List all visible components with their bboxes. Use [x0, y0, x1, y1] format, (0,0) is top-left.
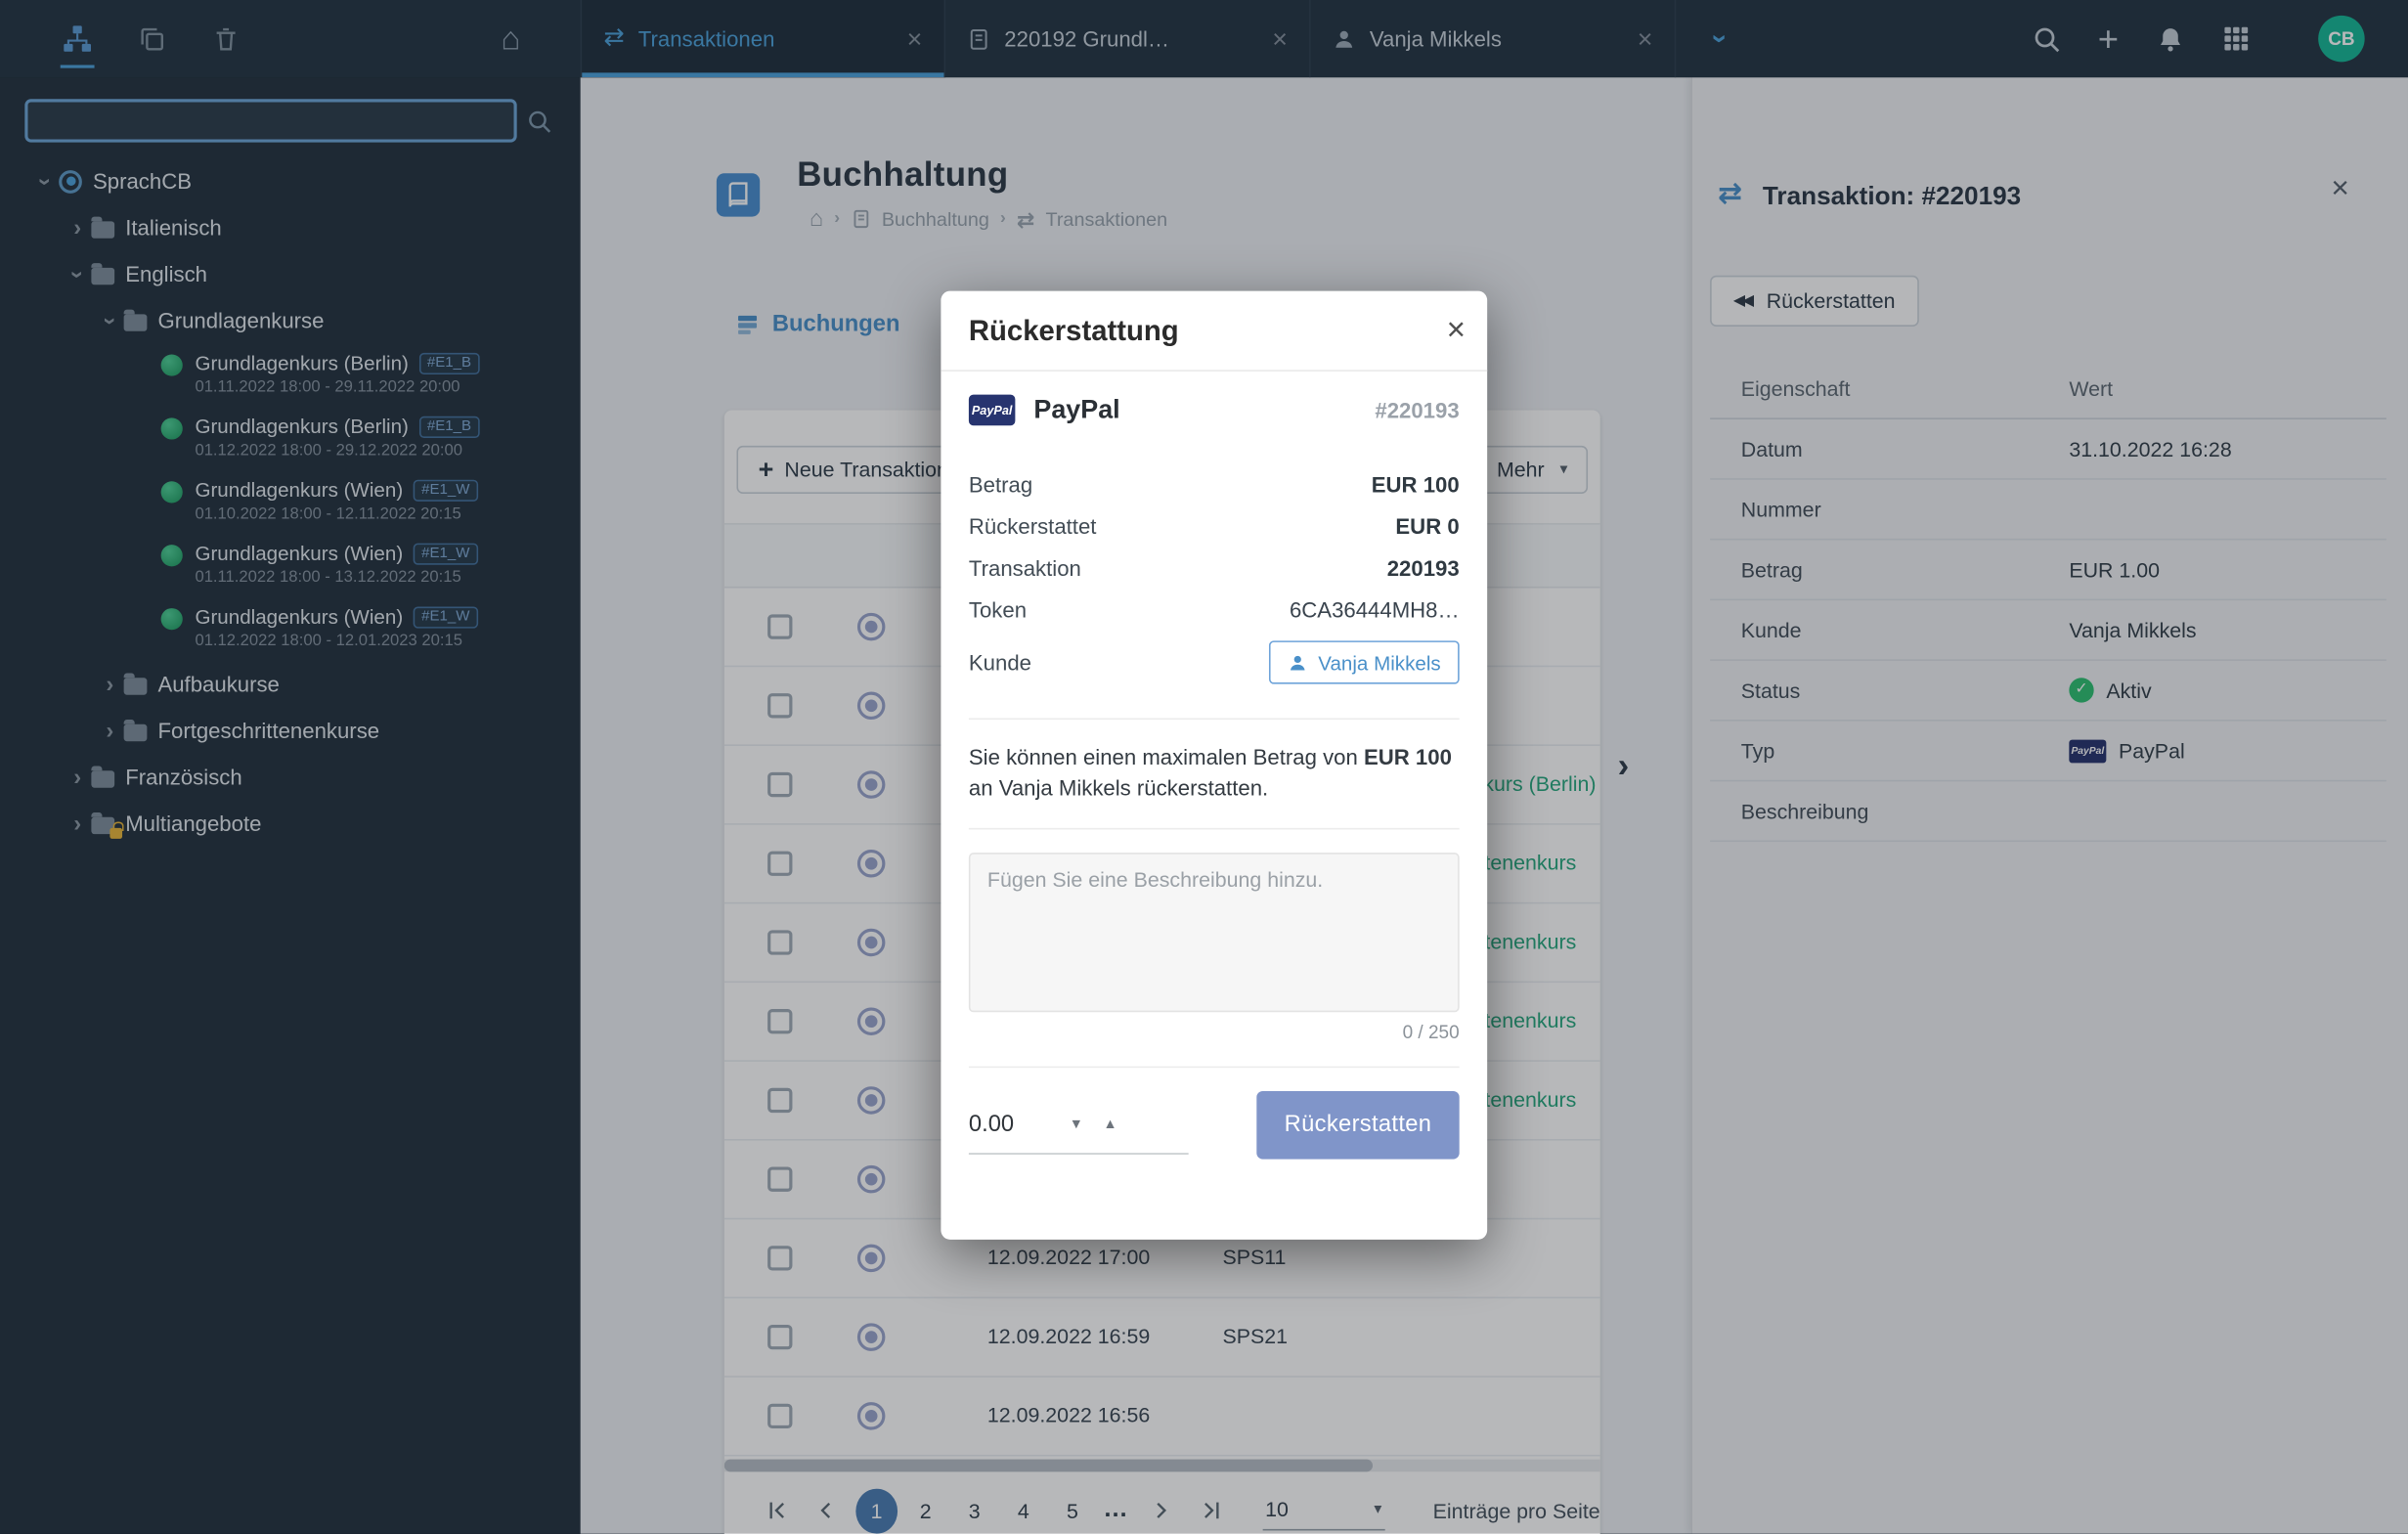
provider-row: PayPal PayPal #220193 — [969, 395, 1460, 426]
field-rueckerstattet: Rückerstattet EUR 0 — [969, 504, 1460, 547]
field-token: Token 6CA36444MH8… — [969, 589, 1460, 631]
field-betrag: Betrag EUR 100 — [969, 462, 1460, 504]
paypal-logo: PayPal — [969, 395, 1015, 426]
field-kunde: Kunde Vanja Mikkels — [969, 630, 1460, 694]
description-textarea[interactable] — [969, 853, 1460, 1012]
refund-amount-field[interactable]: ▼ ▲ — [969, 1095, 1189, 1154]
refund-info-text: Sie können einen maximalen Betrag von EU… — [969, 743, 1460, 805]
customer-button[interactable]: Vanja Mikkels — [1269, 640, 1460, 683]
modal-header: Rückerstattung × — [941, 291, 1487, 372]
refund-submit-button[interactable]: Rückerstatten — [1256, 1091, 1459, 1160]
modal-footer: ▼ ▲ Rückerstatten — [969, 1091, 1460, 1160]
refund-modal: Rückerstattung × PayPal PayPal #220193 B… — [941, 291, 1487, 1240]
decrease-icon[interactable]: ▼ — [1070, 1117, 1083, 1130]
char-counter: 0 / 250 — [969, 1021, 1460, 1042]
provider-name: PayPal — [1033, 395, 1119, 426]
customer-name: Vanja Mikkels — [1318, 651, 1440, 675]
increase-icon[interactable]: ▲ — [1103, 1117, 1116, 1130]
modal-body: PayPal PayPal #220193 Betrag EUR 100 Rüc… — [941, 395, 1487, 1160]
person-icon — [1288, 652, 1308, 673]
modal-title: Rückerstattung — [969, 314, 1179, 348]
amount-input[interactable] — [969, 1111, 1049, 1137]
close-icon[interactable]: × — [1447, 314, 1466, 346]
transaction-reference: #220193 — [1375, 398, 1459, 422]
app-viewport: ⌂ ⇄ Transaktionen × 220192 Grundl… × Van… — [0, 0, 2408, 1534]
refund-fields: Betrag EUR 100 Rückerstattet EUR 0 Trans… — [969, 462, 1460, 694]
field-transaktion: Transaktion 220193 — [969, 547, 1460, 589]
